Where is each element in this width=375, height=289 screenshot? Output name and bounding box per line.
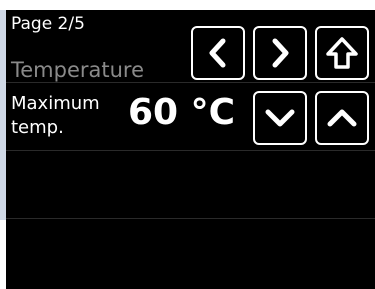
chevron-left-icon — [203, 36, 233, 70]
row-separator — [6, 218, 375, 219]
section-title: Temperature — [11, 58, 145, 82]
decrease-button[interactable] — [253, 91, 307, 145]
increase-button[interactable] — [315, 91, 369, 145]
header-separator — [6, 82, 375, 83]
parameter-label-line1: Maximum — [11, 93, 100, 114]
row-separator — [6, 150, 375, 151]
page-indicator: Page 2/5 — [11, 14, 85, 34]
next-page-button[interactable] — [253, 26, 307, 80]
display-screen: Page 2/5 Temperature Maximum temp. 60 °C — [6, 10, 375, 289]
chevron-down-icon — [263, 103, 297, 133]
parameter-value: 60 °C — [128, 92, 236, 133]
parameter-label-line2: temp. — [11, 117, 64, 138]
parameter-label: Maximum temp. — [11, 92, 100, 140]
home-button[interactable] — [315, 26, 369, 80]
home-arrow-up-icon — [325, 35, 359, 71]
device-frame: Page 2/5 Temperature Maximum temp. 60 °C — [0, 0, 375, 289]
chevron-up-icon — [325, 103, 359, 133]
chevron-right-icon — [265, 36, 295, 70]
prev-page-button[interactable] — [191, 26, 245, 80]
